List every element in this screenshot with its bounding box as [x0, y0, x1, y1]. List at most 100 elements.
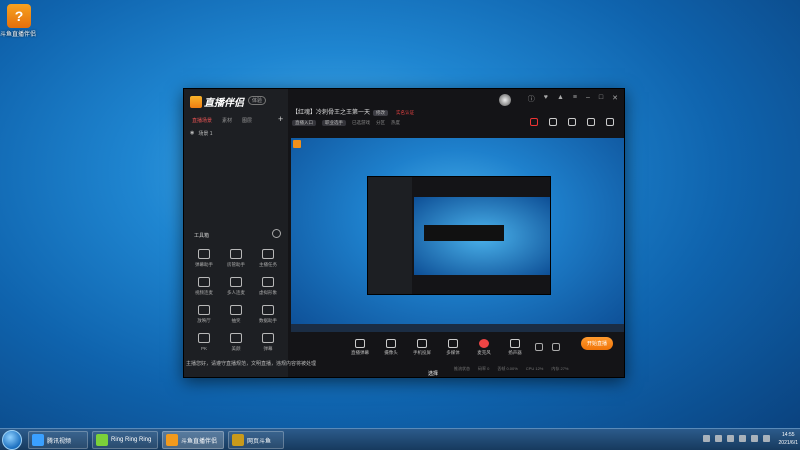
start-live-button[interactable]: 开始直播: [581, 337, 614, 350]
role-tag[interactable]: 职业选手: [322, 120, 346, 126]
minimize-icon[interactable]: –: [586, 94, 590, 106]
stream-preview[interactable]: [291, 138, 624, 332]
desktop-app-icon[interactable]: ? 斗鱼直播伴侣: [0, 4, 36, 38]
nested-sidebar: [368, 177, 412, 294]
user-icon: [230, 249, 242, 259]
sidebar-tabs: 直播场景 素材 图层: [192, 117, 252, 124]
edit-badge[interactable]: 修改: [373, 110, 389, 116]
menu-icon[interactable]: ≡: [573, 94, 577, 106]
notice-bar: 主播您好，请遵守直播规范，文明直播，违规内容将被处理: [186, 361, 317, 367]
lock-icon[interactable]: [549, 118, 557, 126]
network-icon[interactable]: [739, 435, 746, 442]
info-icon[interactable]: ⓘ: [528, 94, 535, 106]
home-icon[interactable]: [568, 118, 576, 126]
version-badge[interactable]: 体验: [248, 96, 267, 105]
taskbar-item[interactable]: 网页斗鱼: [228, 431, 284, 449]
toolbox-title: 工具箱: [194, 233, 210, 239]
start-button[interactable]: [2, 430, 22, 450]
skin-icon[interactable]: ♥: [544, 94, 548, 106]
close-icon[interactable]: ✕: [612, 94, 618, 106]
toolbar-mic[interactable]: 麦克风: [473, 338, 495, 356]
beauty-icon: [230, 333, 242, 343]
taskbar-item[interactable]: Ring Ring Ring: [92, 431, 158, 449]
clock-time: 14:55: [782, 432, 795, 438]
logo-icon: [190, 95, 202, 108]
scene-item[interactable]: ◉ 场景 1: [190, 130, 213, 137]
tool-label: 放映厅: [197, 318, 211, 323]
tool-label: 抽奖: [231, 318, 241, 323]
toolbar-camera[interactable]: 摄像头: [380, 338, 402, 356]
tool-item[interactable]: 放映厅: [188, 305, 220, 324]
tool-item[interactable]: 弹幕助手: [188, 249, 220, 268]
nested-window-preview: [367, 176, 551, 295]
tool-item[interactable]: 视频连麦: [188, 277, 220, 296]
window-controls: ⓘ ♥ ▲ ≡ – □ ✕: [498, 94, 618, 106]
tool-label: 房管助手: [227, 262, 245, 267]
tool-item[interactable]: 房管助手: [220, 249, 252, 268]
chart-icon: [262, 305, 274, 315]
tool-label: 多人连麦: [227, 290, 245, 295]
tool-label: 弹幕: [263, 346, 273, 351]
video-icon: [198, 277, 210, 287]
settings-icon[interactable]: [552, 343, 560, 351]
stream-title[interactable]: 【红魂】冷刺骨王之王第一天: [292, 110, 370, 116]
bottom-toolbar: 直播弹幕 摄像头 手机投屏 多媒体 麦克风 扬声器: [291, 333, 624, 361]
status-item: 推流状态: [454, 366, 470, 371]
tool-item[interactable]: 数据助手: [252, 305, 284, 324]
preview-taskbar: [291, 324, 624, 332]
tab-scene[interactable]: 直播场景: [192, 117, 212, 124]
add-icon[interactable]: +: [278, 114, 283, 124]
tool-item[interactable]: 弹幕: [252, 333, 284, 352]
scene-label: 场景 1: [198, 131, 213, 137]
flag-icon[interactable]: [763, 435, 770, 442]
taskbar-label: Ring Ring Ring: [111, 437, 152, 443]
tool-label: 数据助手: [259, 318, 277, 323]
taskbar: 腾讯视频 Ring Ring Ring 斗鱼直播伴侣 网页斗鱼 14:55 20…: [0, 428, 800, 450]
tray-icon[interactable]: [715, 435, 722, 442]
refresh-icon[interactable]: [272, 229, 281, 238]
taskbar-label: 斗鱼直播伴侣: [181, 438, 218, 445]
taskbar-item[interactable]: 斗鱼直播伴侣: [162, 431, 224, 449]
avatar[interactable]: [498, 94, 511, 106]
entry-tag[interactable]: 直播入口: [292, 120, 316, 126]
douyu-icon: [166, 434, 178, 446]
toolbar-danmu[interactable]: 直播弹幕: [349, 338, 371, 356]
toolbar-media[interactable]: 多媒体: [442, 338, 464, 356]
tool-item[interactable]: 主播任务: [252, 249, 284, 268]
tray-icon[interactable]: [727, 435, 734, 442]
cursor-tooltip: 选择: [428, 371, 439, 377]
maximize-icon[interactable]: □: [599, 94, 603, 106]
cinema-icon: [198, 305, 210, 315]
clock-date: 2021/6/1: [778, 440, 798, 446]
tray-icon[interactable]: [703, 435, 710, 442]
toolbar-label: 手机投屏: [413, 349, 431, 355]
comment-icon: [262, 333, 274, 343]
toolbar-speaker[interactable]: 扬声器: [504, 338, 526, 356]
tab-layer[interactable]: 图层: [242, 117, 252, 124]
verify-link[interactable]: 实名认证: [396, 110, 414, 115]
taskbar-item[interactable]: 腾讯视频: [28, 431, 88, 449]
volume-icon[interactable]: [751, 435, 758, 442]
status-bar: 推流状态 码率 0 丢帧 0.00% CPU 12% 内存 27%: [454, 366, 568, 372]
tool-item[interactable]: 抽奖: [220, 305, 252, 324]
gift-icon[interactable]: [530, 118, 538, 126]
cloud-icon: [32, 434, 44, 446]
logo: 直播伴侣: [190, 94, 244, 109]
tool-item[interactable]: 多人连麦: [220, 277, 252, 296]
tool-item[interactable]: PK: [188, 333, 220, 352]
clock[interactable]: 14:55 2021/6/1: [779, 431, 798, 447]
tool-label: 弹幕助手: [195, 262, 213, 267]
hot-info: 热度: [391, 120, 400, 125]
bell-icon[interactable]: [587, 118, 595, 126]
tab-material[interactable]: 素材: [222, 117, 232, 124]
status-item: 丢帧 0.00%: [497, 366, 518, 371]
music-icon: [96, 434, 108, 446]
eye-icon[interactable]: ◉: [190, 130, 194, 137]
tool-item[interactable]: 虚拟形象: [252, 277, 284, 296]
tool-item[interactable]: 美颜: [220, 333, 252, 352]
tool-label: 主播任务: [259, 262, 277, 267]
record-icon[interactable]: [535, 343, 543, 351]
toolbar-phone[interactable]: 手机投屏: [411, 338, 433, 356]
share-icon[interactable]: [606, 118, 614, 126]
shirt-icon[interactable]: ▲: [557, 94, 564, 106]
